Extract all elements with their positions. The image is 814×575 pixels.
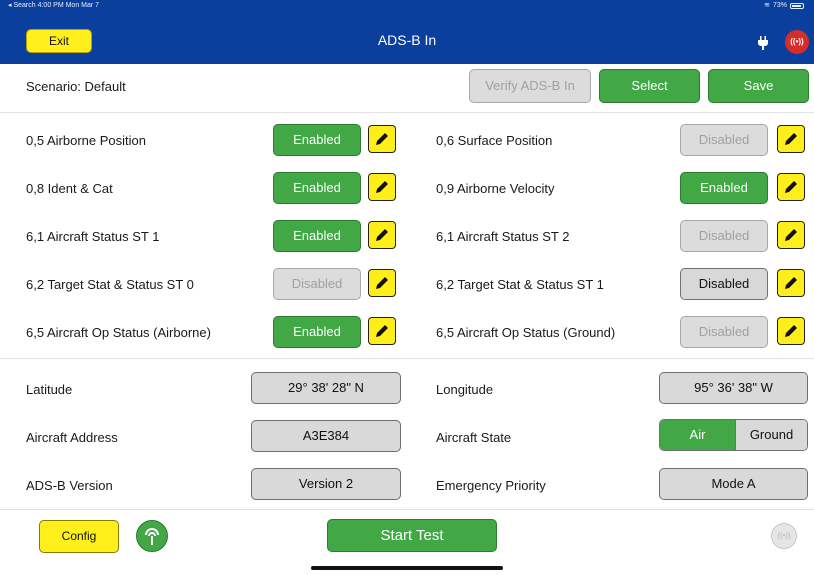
edit-icon[interactable]: [368, 317, 396, 345]
edit-icon[interactable]: [368, 125, 396, 153]
longitude-label: Longitude: [436, 382, 494, 397]
message-label: 6,2 Target Stat & Status ST 0: [26, 277, 194, 292]
aircraft-state-air[interactable]: Air: [660, 420, 735, 450]
message-toggle[interactable]: Disabled: [680, 316, 768, 348]
status-bar-right: ≋ 73%: [764, 0, 804, 12]
wifi-status-icon: ≋: [764, 2, 770, 9]
edit-icon[interactable]: [368, 221, 396, 249]
battery-percent: 73%: [772, 2, 787, 9]
latitude-label: Latitude: [26, 382, 73, 397]
edit-icon[interactable]: [777, 221, 805, 249]
status-bar: ◂ Search 4:00 PM Mon Mar 7 ≋ 73%: [0, 0, 814, 12]
message-toggle[interactable]: Disabled: [680, 124, 768, 156]
verify-adsb-button[interactable]: Verify ADS-B In: [469, 69, 591, 103]
signal-icon[interactable]: [136, 520, 168, 552]
edit-icon[interactable]: [777, 269, 805, 297]
message-toggle[interactable]: Enabled: [273, 316, 361, 348]
aircraft-address-label: Aircraft Address: [26, 430, 118, 445]
message-label: 6,5 Aircraft Op Status (Ground): [436, 325, 616, 340]
battery-icon: [790, 3, 804, 9]
antenna-icon[interactable]: ((•)): [771, 523, 797, 549]
message-label: 0,8 Ident & Cat: [26, 181, 113, 196]
edit-icon[interactable]: [368, 173, 396, 201]
divider: [0, 358, 814, 359]
emergency-priority-field[interactable]: Mode A: [659, 468, 808, 500]
adsb-version-label: ADS-B Version: [26, 478, 113, 493]
message-label: 6,1 Aircraft Status ST 2: [436, 229, 570, 244]
edit-icon[interactable]: [368, 269, 396, 297]
longitude-field[interactable]: 95° 36' 38" W: [659, 372, 808, 404]
message-label: 6,2 Target Stat & Status ST 1: [436, 277, 604, 292]
antenna-alert-icon[interactable]: ((•)): [785, 30, 809, 54]
save-button[interactable]: Save: [708, 69, 809, 103]
message-label: 0,9 Airborne Velocity: [436, 181, 555, 196]
divider: [0, 509, 814, 510]
message-toggle[interactable]: Enabled: [273, 220, 361, 252]
message-label: 6,1 Aircraft Status ST 1: [26, 229, 160, 244]
status-bar-left: ◂ Search 4:00 PM Mon Mar 7: [8, 2, 100, 9]
message-toggle[interactable]: Enabled: [680, 172, 768, 204]
nav-bar: Exit ADS-B In ((•)): [0, 12, 814, 64]
config-button[interactable]: Config: [39, 520, 119, 553]
message-label: 0,5 Airborne Position: [26, 133, 146, 148]
message-toggle[interactable]: Disabled: [273, 268, 361, 300]
message-toggle[interactable]: Disabled: [680, 220, 768, 252]
select-button[interactable]: Select: [599, 69, 700, 103]
divider: [0, 112, 814, 113]
plug-icon: [758, 36, 768, 50]
start-test-button[interactable]: Start Test: [327, 519, 497, 552]
message-label: 6,5 Aircraft Op Status (Airborne): [26, 325, 211, 340]
message-toggle[interactable]: Disabled: [680, 268, 768, 300]
latitude-field[interactable]: 29° 38' 28" N: [251, 372, 401, 404]
aircraft-state-ground[interactable]: Ground: [735, 420, 807, 450]
scenario-label: Scenario: Default: [26, 79, 126, 94]
home-indicator: [311, 566, 503, 570]
message-toggle[interactable]: Enabled: [273, 124, 361, 156]
aircraft-state-segmented-control: Air Ground: [659, 419, 808, 451]
edit-icon[interactable]: [777, 173, 805, 201]
message-toggle[interactable]: Enabled: [273, 172, 361, 204]
adsb-version-field[interactable]: Version 2: [251, 468, 401, 500]
aircraft-state-label: Aircraft State: [436, 430, 512, 445]
aircraft-address-field[interactable]: A3E384: [251, 420, 401, 452]
message-label: 0,6 Surface Position: [436, 133, 553, 148]
page-title: ADS-B In: [377, 32, 437, 48]
edit-icon[interactable]: [777, 125, 805, 153]
edit-icon[interactable]: [777, 317, 805, 345]
emergency-priority-label: Emergency Priority: [436, 478, 546, 493]
